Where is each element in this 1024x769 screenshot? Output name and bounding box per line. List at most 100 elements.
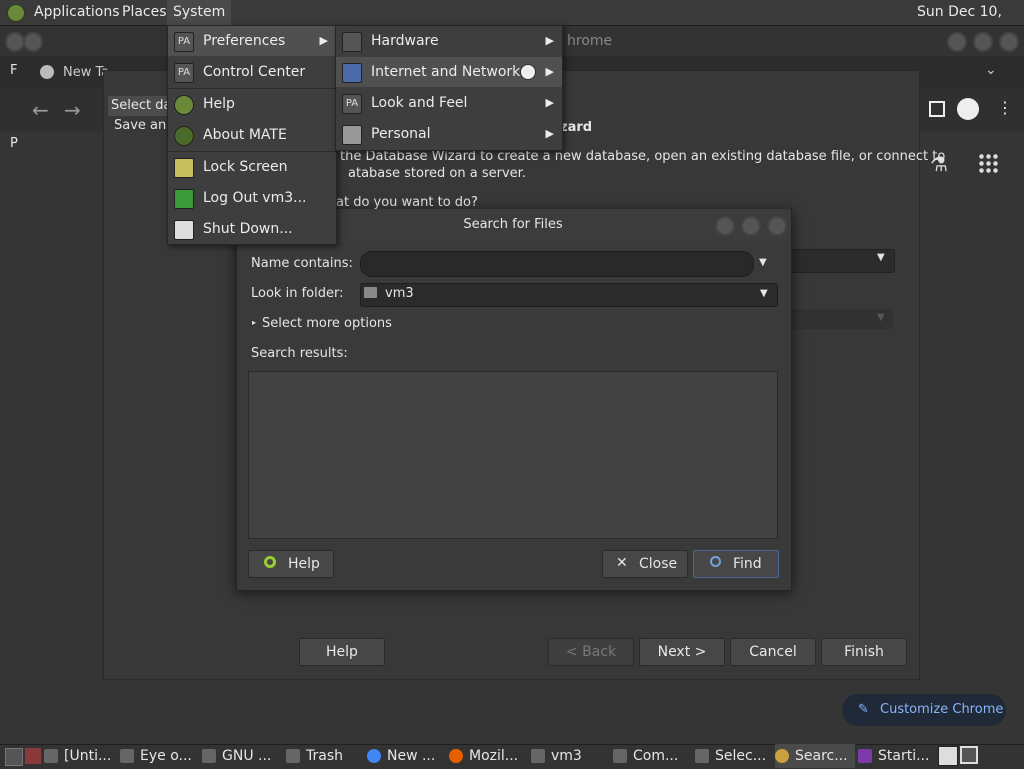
chrome-side-label: P [10, 136, 18, 151]
workspace-switcher-icon[interactable] [938, 746, 958, 766]
submenu-arrow-icon: ▶ [545, 96, 554, 109]
taskbar-item[interactable]: Starti... [858, 744, 936, 768]
trash-icon [286, 749, 300, 763]
chrome-menu-icon[interactable]: ⋮ [997, 98, 1013, 117]
control-center-icon: PA [174, 63, 194, 83]
taskbar-item-label: Eye o... [140, 748, 192, 764]
help-icon [174, 95, 194, 115]
menu-item-label: Shut Down... [203, 221, 293, 237]
taskbar-item[interactable]: New ... [367, 744, 445, 768]
minimize-icon[interactable] [715, 216, 735, 236]
workspace-switcher-icon[interactable] [960, 746, 978, 764]
mouse-cursor-icon [520, 64, 536, 80]
window-button-icon[interactable] [5, 32, 25, 52]
sidebar-toggle-icon[interactable] [929, 101, 945, 117]
wizard-back-button: < Back [548, 638, 634, 666]
search-results-list[interactable] [248, 371, 778, 539]
wizard-help-button[interactable]: Help [299, 638, 385, 666]
mate-logo-icon[interactable] [7, 4, 25, 22]
back-arrow-icon[interactable]: ← [32, 98, 49, 122]
clock[interactable]: Sun Dec 10, 21:43 [911, 0, 1024, 45]
taskbar-item-label: Trash [306, 748, 343, 764]
name-history-arrow-icon[interactable]: ▼ [759, 257, 767, 268]
menu-item-about-mate[interactable]: About MATE [168, 120, 336, 150]
menu-item-hardware[interactable]: Hardware ▶ [336, 26, 562, 56]
tab-search-chevron-icon[interactable]: ⌄ [985, 62, 997, 78]
firefox-icon [449, 749, 463, 763]
menu-item-shut-down[interactable]: Shut Down... [168, 214, 336, 244]
taskbar-item-label: Selec... [715, 748, 767, 764]
chrome-icon [367, 749, 381, 763]
show-desktop-icon[interactable] [5, 748, 23, 766]
window-icon [695, 749, 709, 763]
preferences-icon: PA [174, 32, 194, 52]
customize-chrome-label: Customize Chrome [880, 702, 1004, 717]
menu-item-log-out[interactable]: Log Out vm3... [168, 183, 336, 213]
find-magnifier-icon [710, 556, 721, 567]
taskbar-item-label: Mozil... [469, 748, 519, 764]
menu-item-label: Log Out vm3... [203, 190, 307, 206]
home-folder-icon [364, 287, 377, 298]
preferences-submenu: Hardware ▶ Internet and Network ▶ PA Loo… [335, 25, 563, 151]
submenu-arrow-icon: ▶ [545, 34, 554, 47]
taskbar-item[interactable]: GNU ... [202, 744, 280, 768]
chrome-window-title: hrome [567, 33, 613, 49]
menu-item-label: About MATE [203, 127, 287, 143]
taskbar-app-icon[interactable] [25, 748, 41, 764]
forward-arrow-icon[interactable]: → [64, 98, 81, 122]
menu-places[interactable]: Places [116, 0, 173, 25]
office-icon [858, 749, 872, 763]
taskbar-item[interactable]: Trash [286, 744, 364, 768]
wizard-question: at do you want to do? [336, 195, 478, 210]
profile-avatar-icon[interactable] [957, 98, 979, 120]
taskbar-item-label: vm3 [551, 748, 582, 764]
taskbar-item[interactable]: Eye o... [120, 744, 200, 768]
taskbar-item[interactable]: Selec... [695, 744, 773, 768]
select-more-options-expander[interactable]: Select more options [262, 316, 392, 331]
wizard-cancel-button[interactable]: Cancel [730, 638, 816, 666]
menu-item-label: Internet and Network [371, 64, 521, 80]
wizard-finish-button[interactable]: Finish [821, 638, 907, 666]
apps-grid-icon[interactable] [978, 153, 998, 173]
menu-item-personal[interactable]: Personal ▶ [336, 119, 562, 149]
taskbar-item[interactable]: Mozil... [449, 744, 527, 768]
menu-system[interactable]: System [167, 0, 232, 25]
taskbar-item[interactable]: vm3 [531, 744, 609, 768]
menu-item-internet-and-network[interactable]: Internet and Network ▶ [336, 57, 562, 87]
expander-arrow-icon[interactable]: ▸ [252, 318, 256, 327]
menu-item-help[interactable]: Help [168, 89, 336, 119]
taskbar-item[interactable]: Com... [613, 744, 691, 768]
wizard-step-save[interactable]: Save and [114, 118, 175, 133]
taskbar-item[interactable]: Searc... [775, 744, 855, 768]
folder-icon [531, 749, 545, 763]
taskbar-item-label: New ... [387, 748, 436, 764]
search-close-label: Close [639, 556, 678, 572]
wizard-intro-line1: the Database Wizard to create a new data… [340, 149, 946, 164]
menu-item-lock-screen[interactable]: Lock Screen [168, 152, 336, 182]
menu-item-control-center[interactable]: PA Control Center [168, 57, 336, 87]
menu-item-label: Look and Feel [371, 95, 468, 111]
menu-item-look-and-feel[interactable]: PA Look and Feel ▶ [336, 88, 562, 118]
system-menu: PA Preferences ▶ PA Control Center Help … [167, 25, 337, 245]
logout-icon [174, 189, 194, 209]
lock-icon [174, 158, 194, 178]
network-icon [342, 63, 362, 83]
minimize-icon[interactable] [947, 32, 967, 52]
menu-item-label: Preferences [203, 33, 286, 49]
search-icon [775, 749, 789, 763]
maximize-icon[interactable] [741, 216, 761, 236]
taskbar-item-label: Com... [633, 748, 679, 764]
window-button-icon[interactable] [23, 32, 43, 52]
maximize-icon[interactable] [973, 32, 993, 52]
close-icon[interactable] [767, 216, 787, 236]
close-icon[interactable] [999, 32, 1019, 52]
taskbar-item-label: Starti... [878, 748, 930, 764]
name-contains-input[interactable] [360, 251, 754, 277]
image-viewer-icon [120, 749, 134, 763]
look-in-folder-select[interactable] [360, 283, 778, 307]
wizard-next-button[interactable]: Next > [639, 638, 725, 666]
menu-applications[interactable]: Applications [28, 0, 126, 25]
menu-item-preferences[interactable]: PA Preferences ▶ [168, 26, 336, 56]
taskbar-item[interactable]: [Unti... [44, 744, 116, 768]
dropdown-arrow-icon: ▼ [877, 312, 885, 323]
